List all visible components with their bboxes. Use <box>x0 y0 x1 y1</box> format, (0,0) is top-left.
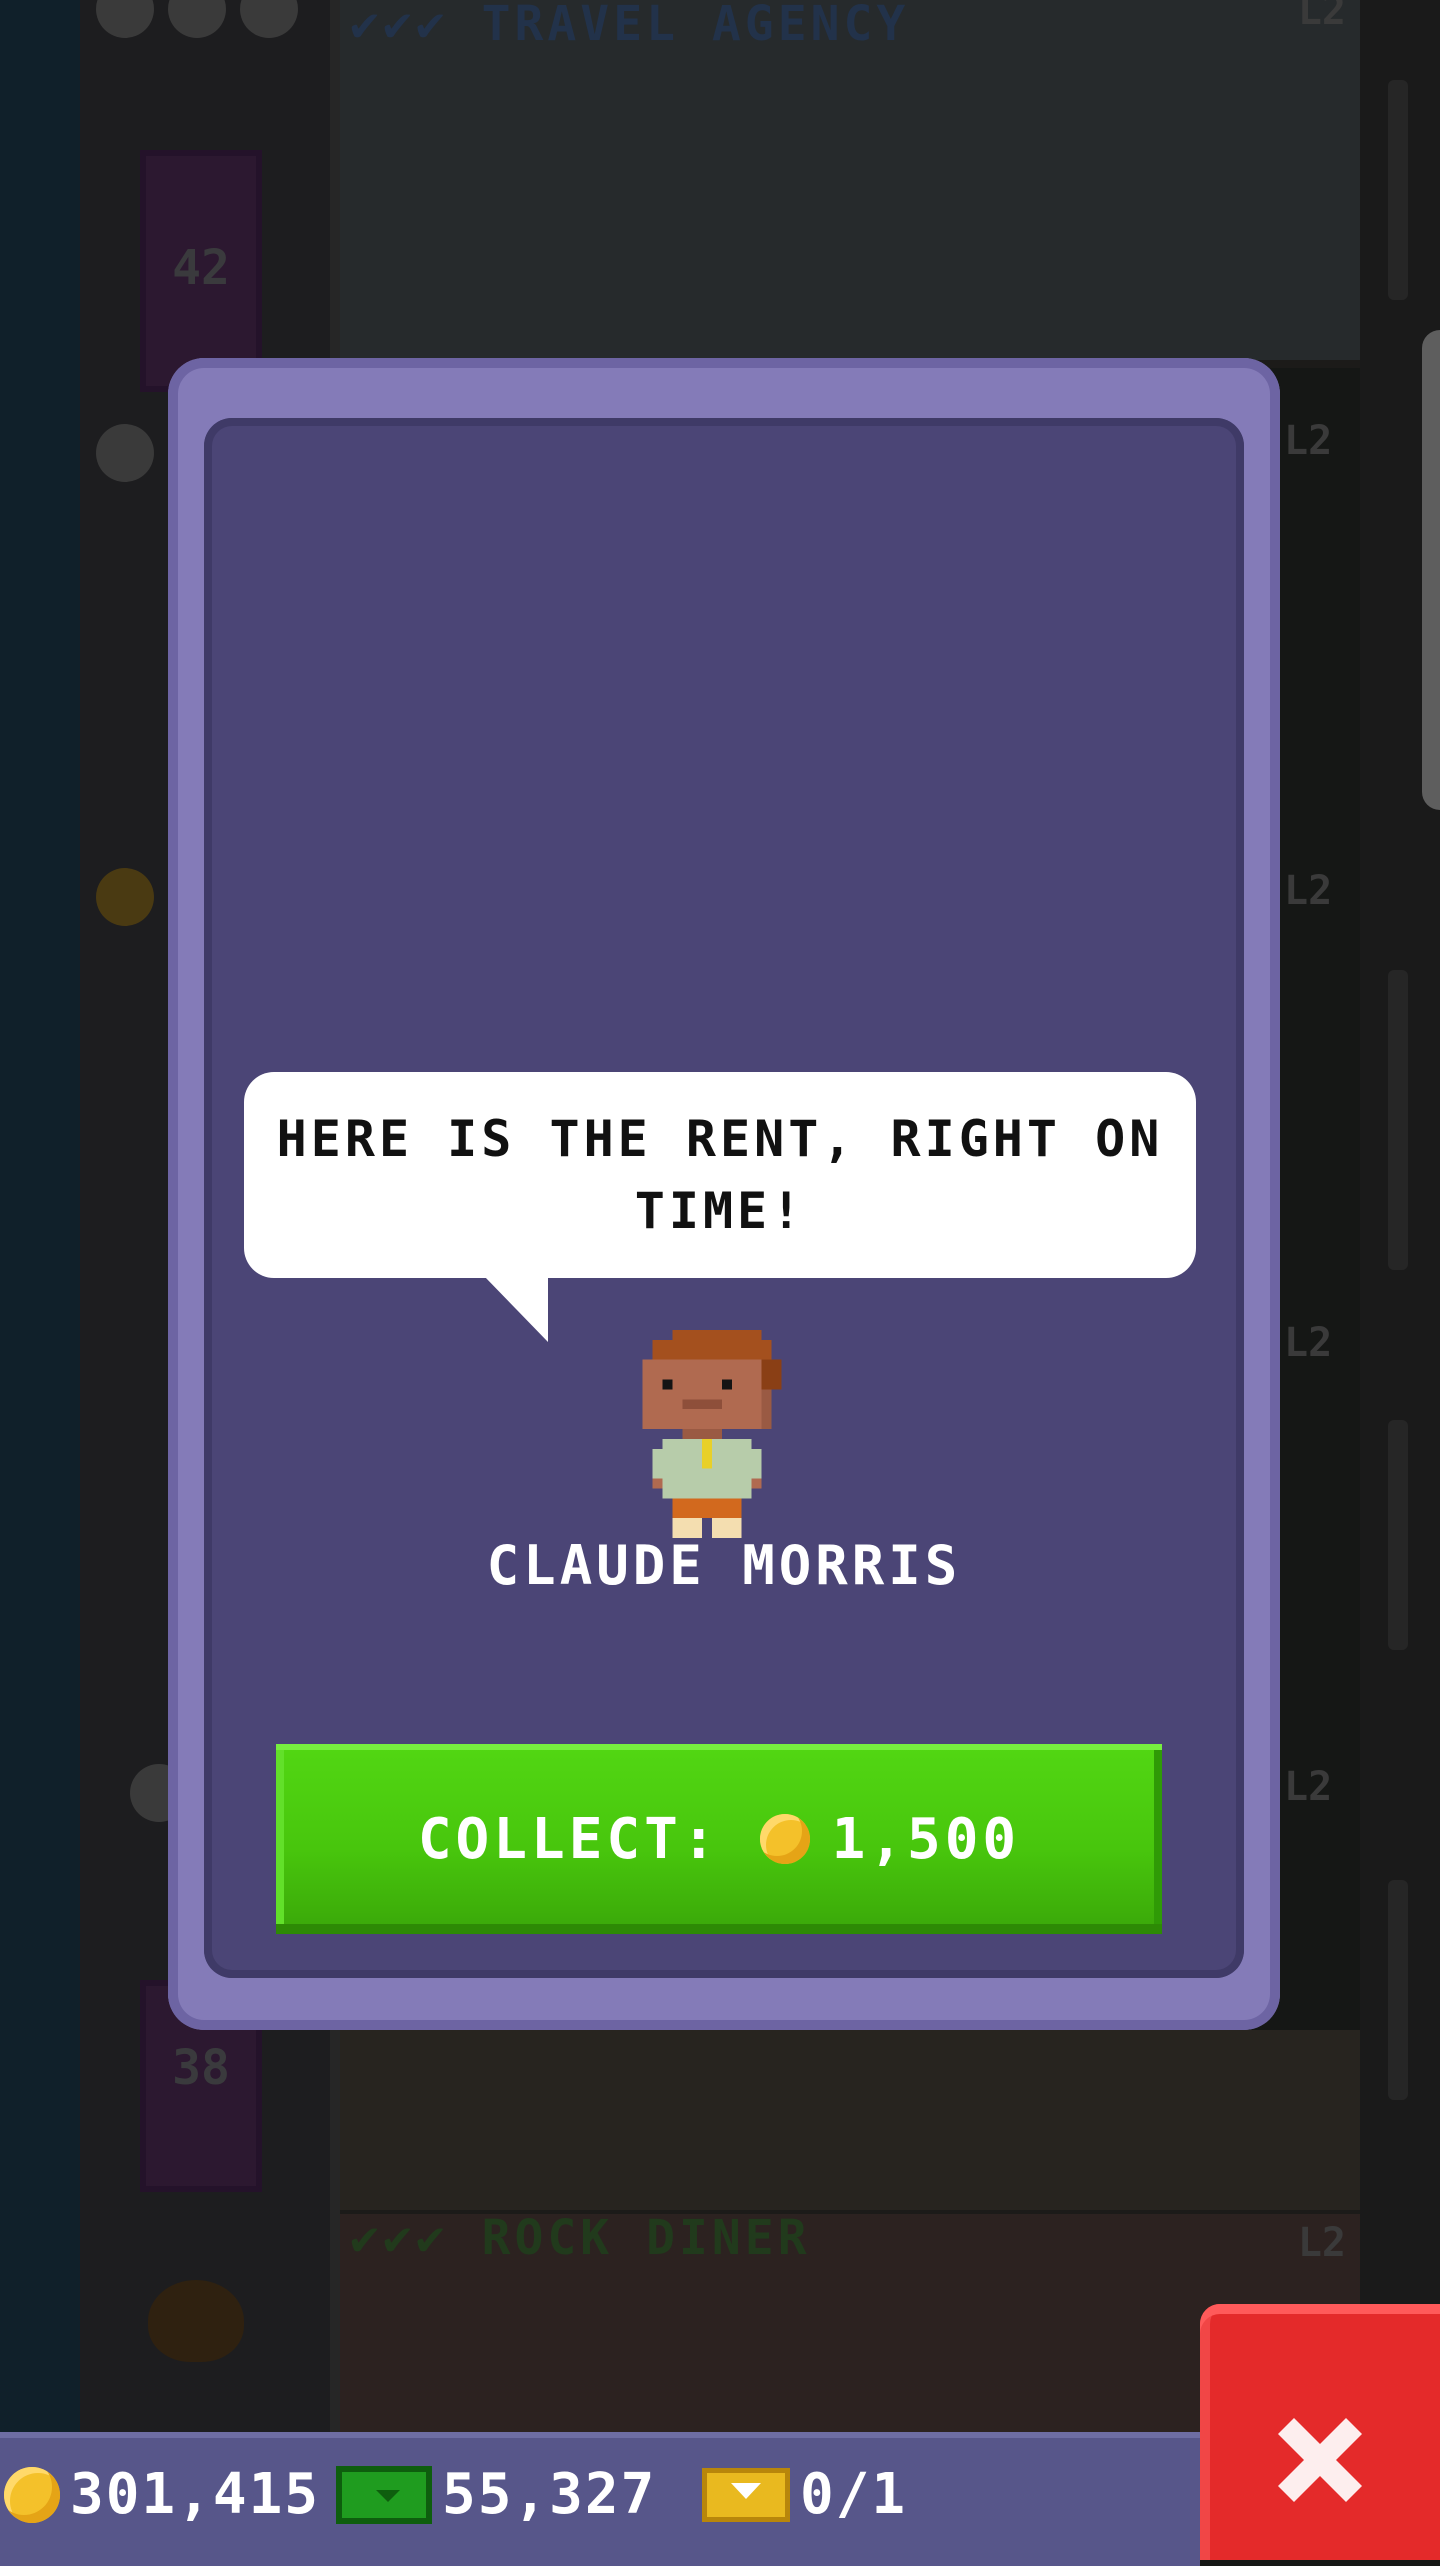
floor-checks: ✔✔✔ <box>350 0 449 52</box>
floor-label: ✔✔✔ TRAVEL AGENCY <box>350 0 909 52</box>
tenant-avatar <box>642 1330 782 1538</box>
speech-bubble: HERE IS THE RENT, RIGHT ON TIME! <box>244 1072 1196 1278</box>
coin-icon <box>4 2466 60 2523</box>
floor-checks: ✔✔✔ <box>350 2210 449 2266</box>
collect-rent-button[interactable]: COLLECT: 1,500 <box>276 1744 1162 1934</box>
floor-name: TRAVEL AGENCY <box>481 0 910 52</box>
currency-status-bar: 301,415 55,327 0/1 <box>0 2432 1200 2566</box>
pumpkin-icon <box>148 2280 244 2362</box>
floor-number: 38 <box>172 2040 230 2096</box>
floor-shop[interactable] <box>340 2030 1360 2218</box>
floor-label: ✔✔✔ ROCK DINER <box>350 2210 811 2266</box>
star-icon <box>96 424 154 482</box>
collect-label: COLLECT: <box>417 1806 720 1872</box>
bux-value: 55,327 <box>442 2462 657 2527</box>
scroll-rail <box>1388 970 1408 1270</box>
bux-counter[interactable]: 55,327 <box>336 2462 656 2527</box>
scroll-rail <box>1388 80 1408 300</box>
tickets-value: 0/1 <box>800 2462 908 2527</box>
tickets-counter[interactable]: 0/1 <box>702 2462 907 2527</box>
star-icon <box>96 868 154 926</box>
close-icon <box>1278 2418 1362 2502</box>
floor-number: 42 <box>172 240 230 296</box>
floor-name: ROCK DINER <box>481 2210 811 2266</box>
speech-bubble-tail <box>484 1276 548 1342</box>
golden-ticket-icon <box>702 2467 790 2522</box>
tenant-name: CLAUDE MORRIS <box>486 1534 962 1597</box>
side-panel-handle[interactable] <box>1422 330 1440 810</box>
collect-amount: 1,500 <box>831 1806 1021 1872</box>
scroll-rail <box>1388 1880 1408 2100</box>
floor-level: L2 <box>1297 0 1346 34</box>
floor-level: L2 <box>1297 2220 1346 2266</box>
floor-travel-agency[interactable]: ✔✔✔ TRAVEL AGENCY L2 <box>340 0 1360 368</box>
scroll-rail <box>1388 1420 1408 1650</box>
bux-icon <box>336 2465 432 2524</box>
coins-value: 301,415 <box>70 2462 321 2527</box>
speech-text: HERE IS THE RENT, RIGHT ON TIME! <box>276 1110 1164 1240</box>
tower-left-edge <box>0 0 80 2560</box>
coins-counter[interactable]: 301,415 <box>4 2462 320 2527</box>
close-button[interactable] <box>1200 2304 1440 2560</box>
coin-icon <box>759 1814 810 1864</box>
